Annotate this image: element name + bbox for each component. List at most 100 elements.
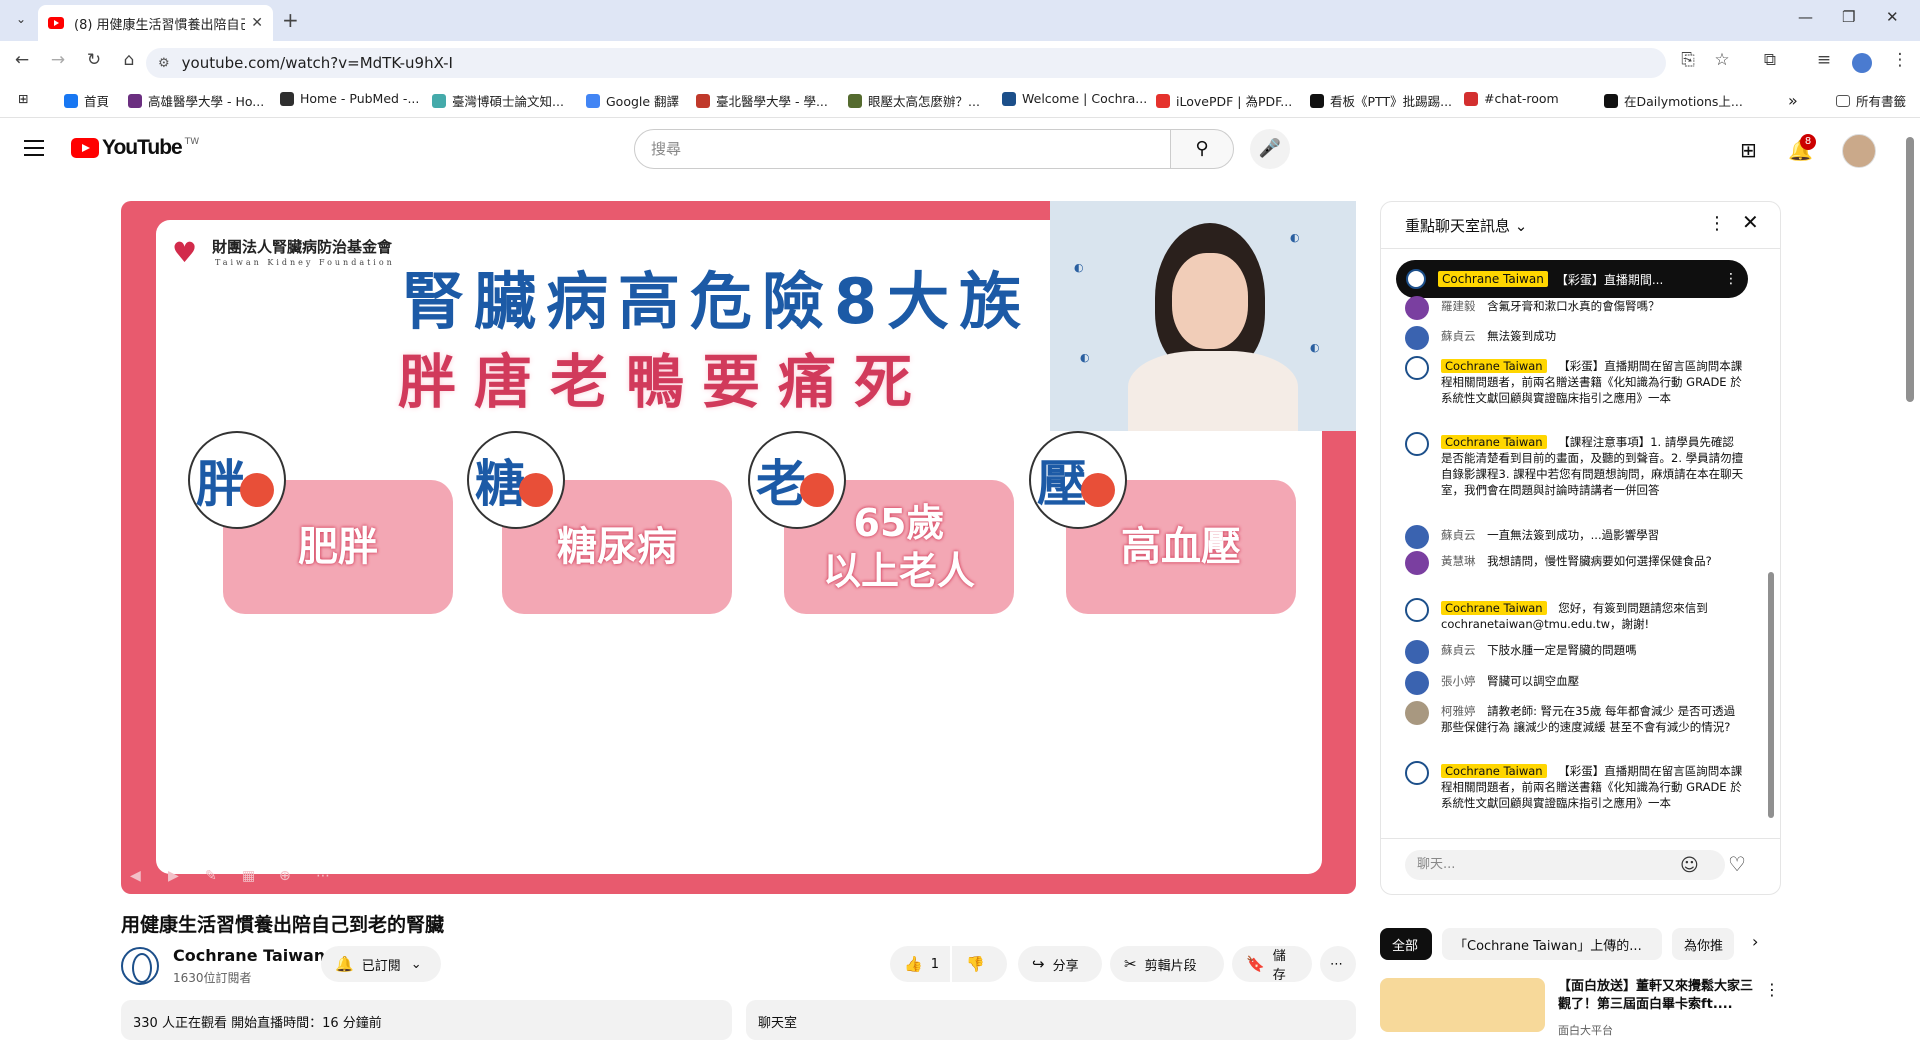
back-icon[interactable]: ← (10, 50, 34, 70)
clip-button[interactable]: ✂ 剪輯片段 (1110, 946, 1224, 982)
bookmark-item[interactable]: 高雄醫學大學 - Ho... (128, 91, 264, 110)
chip-for-you[interactable]: 為你推 (1672, 928, 1734, 960)
chat-message[interactable]: 黃慧琳 我想請問，慢性腎臟病要如何選擇保健食品? (1405, 551, 1745, 575)
chat-close-icon[interactable]: ✕ (1742, 210, 1759, 234)
chat-author-name[interactable]: 蘇貞云 (1441, 528, 1476, 542)
chat-author-name[interactable]: 蘇貞云 (1441, 329, 1476, 343)
emoji-icon[interactable]: ☺ (1680, 855, 1699, 876)
like-button[interactable]: 👍 1 (890, 946, 950, 982)
recommended-thumbnail[interactable] (1380, 978, 1545, 1032)
chat-author-name[interactable]: Cochrane Taiwan (1441, 601, 1547, 615)
recommended-title[interactable]: 【面白放送】董軒又來攪鬆大家三觀了！第三屆面白畢卡索ft.... (1558, 978, 1758, 1014)
bookmark-item[interactable]: iLovePDF | 為PDF... (1156, 91, 1292, 110)
chat-message[interactable]: 蘇貞云 一直無法簽到成功，...過影響學習 (1405, 525, 1745, 549)
browser-menu-icon[interactable]: ⋮ (1888, 50, 1912, 70)
bookmark-item[interactable]: 眼壓太高怎麼辦？... (848, 91, 980, 110)
dislike-button[interactable]: 👎 (952, 946, 1007, 982)
bookmark-item[interactable]: Welcome | Cochra... (1002, 91, 1147, 106)
recommended-more-icon[interactable]: ⋮ (1764, 980, 1780, 999)
chat-author-name[interactable]: 黃慧琳 (1441, 554, 1476, 568)
bookmark-item[interactable]: 看板《PTT》批踢踢... (1310, 91, 1452, 110)
bookmark-item[interactable]: #chat-room (1464, 91, 1559, 106)
save-button[interactable]: 🔖 儲存 (1232, 946, 1312, 983)
apps-grid-icon[interactable]: ⊞ (18, 91, 28, 106)
chat-author-name[interactable]: Cochrane Taiwan (1441, 435, 1547, 449)
chat-message[interactable]: Cochrane Taiwan 【彩蛋】直播期間在留言區詢問本課程相關問題者，前… (1405, 761, 1745, 811)
factor-char-2: 糖 (475, 455, 525, 513)
forward-icon[interactable]: → (46, 50, 70, 70)
window-close-icon[interactable]: ✕ (1886, 8, 1899, 26)
chat-input[interactable]: 聊天... (1405, 850, 1725, 880)
account-avatar[interactable] (1842, 134, 1876, 168)
bookmark-item[interactable]: Google 翻譯 (586, 91, 679, 110)
chat-author-name[interactable]: Cochrane Taiwan (1441, 359, 1547, 373)
chat-message[interactable]: 張小婷 腎臟可以調空血壓 (1405, 671, 1745, 695)
chip-scroll-right-icon[interactable]: › (1752, 932, 1758, 951)
more-actions-button[interactable]: ⋯ (1320, 946, 1356, 982)
chat-author-name[interactable]: 蘇貞云 (1441, 643, 1476, 657)
chip-all[interactable]: 全部 (1380, 928, 1432, 960)
bookmark-star-icon[interactable]: ☆ (1710, 50, 1734, 70)
chat-scrollbar[interactable] (1768, 572, 1774, 818)
media-controls-icon[interactable]: ≡ (1812, 50, 1836, 70)
youtube-logo[interactable]: YouTube TW (71, 136, 199, 160)
home-icon[interactable]: ⌂ (117, 50, 141, 70)
factor-label-4: 高血壓 (1121, 524, 1241, 570)
bookmark-item[interactable]: 臺北醫學大學 - 學... (696, 91, 828, 110)
chat-message[interactable]: 柯雅婷 請教老師: 腎元在35歲 每年都會減少 是否可透過那些保健行為 讓減少的… (1405, 701, 1745, 735)
minimize-icon[interactable]: — (1798, 8, 1813, 26)
all-bookmarks[interactable]: 所有書籤 (1836, 91, 1906, 110)
search-input[interactable]: 搜尋 (634, 129, 1171, 169)
search-button[interactable]: ⚲ (1170, 129, 1234, 169)
more-options-icon[interactable]: ⋯ (316, 868, 330, 884)
channel-name[interactable]: Cochrane Taiwan (173, 946, 325, 965)
bookmarks-overflow-icon[interactable]: » (1788, 91, 1798, 110)
site-info-icon[interactable]: ⚙ (158, 56, 170, 71)
pinned-message[interactable]: Cochrane Taiwan 【彩蛋】直播期間... ⋮ (1396, 260, 1748, 298)
chat-author-name[interactable]: 張小婷 (1441, 674, 1476, 688)
chat-author-name[interactable]: Cochrane Taiwan (1441, 764, 1547, 778)
profile-avatar[interactable] (1852, 53, 1872, 73)
tab-close-icon[interactable]: ✕ (251, 15, 263, 31)
chat-message[interactable]: 羅建毅 含氟牙膏和漱口水真的會傷腎嗎？ (1405, 296, 1745, 320)
address-bar[interactable]: ⚙ youtube.com/watch?v=MdTK-u9hX-I (146, 48, 1666, 78)
channel-avatar[interactable] (121, 947, 159, 985)
chat-message[interactable]: Cochrane Taiwan 您好，有簽到問題請您來信到 cochraneta… (1405, 598, 1745, 632)
reload-icon[interactable]: ↻ (82, 50, 106, 70)
chat-mode-dropdown[interactable]: 重點聊天室訊息 ⌄ (1405, 215, 1527, 236)
pinned-more-icon[interactable]: ⋮ (1724, 271, 1738, 287)
chat-author-name[interactable]: 羅建毅 (1441, 299, 1476, 313)
heart-icon[interactable]: ♡ (1728, 852, 1746, 876)
create-video-icon[interactable]: ⊞ (1740, 138, 1757, 162)
slides-grid-icon[interactable]: ▦ (242, 868, 255, 884)
zoom-icon[interactable]: ⊕ (279, 868, 291, 884)
slide-next-icon[interactable]: ▶ (168, 868, 179, 884)
subscribed-button[interactable]: 🔔 已訂閱 ⌄ (321, 946, 441, 982)
description-box[interactable]: 330 人正在觀看 開始直播時間：16 分鐘前 (121, 1000, 732, 1040)
hamburger-menu-icon[interactable] (24, 140, 44, 161)
new-tab-button[interactable]: + (282, 8, 299, 32)
bookmark-item[interactable]: Home - PubMed -... (280, 91, 419, 106)
pen-icon[interactable]: ✎ (205, 868, 217, 884)
tab-search-icon[interactable]: ⌄ (10, 8, 32, 30)
chat-message[interactable]: Cochrane Taiwan 【課程注意事項】1. 請學員先確認是否能清楚看到… (1405, 432, 1745, 498)
kidney-heart-logo-icon: ♥ (172, 236, 198, 269)
chat-more-icon[interactable]: ⋮ (1708, 213, 1726, 234)
bookmark-item[interactable]: 臺灣博碩士論文知... (432, 91, 564, 110)
chat-author-name[interactable]: 柯雅婷 (1441, 704, 1476, 718)
chat-toggle-box[interactable]: 聊天室 (746, 1000, 1356, 1040)
chip-channel-uploads[interactable]: 「Cochrane Taiwan」上傳的... (1442, 928, 1662, 960)
share-button[interactable]: ↪ 分享 (1018, 946, 1102, 982)
install-app-icon[interactable]: ⎘ (1676, 50, 1700, 70)
page-scrollbar[interactable] (1906, 137, 1914, 402)
chat-message[interactable]: 蘇貞云 下肢水腫一定是腎臟的問題嗎 (1405, 640, 1745, 664)
browser-tab-active[interactable]: (8) 用健康生活習慣養出陪自己到 ✕ (38, 5, 273, 41)
bookmark-item[interactable]: 首頁 (64, 91, 109, 110)
extensions-icon[interactable]: ⧉ (1758, 50, 1782, 70)
bookmark-item[interactable]: 在Dailymotions上... (1604, 91, 1743, 110)
chat-message[interactable]: 蘇貞云 無法簽到成功 (1405, 326, 1745, 350)
chat-message[interactable]: Cochrane Taiwan 【彩蛋】直播期間在留言區詢問本課程相關問題者，前… (1405, 356, 1745, 406)
restore-icon[interactable]: ❐ (1842, 8, 1855, 26)
slide-prev-icon[interactable]: ◀ (130, 868, 141, 884)
voice-search-mic-icon[interactable]: 🎤 (1250, 129, 1290, 169)
